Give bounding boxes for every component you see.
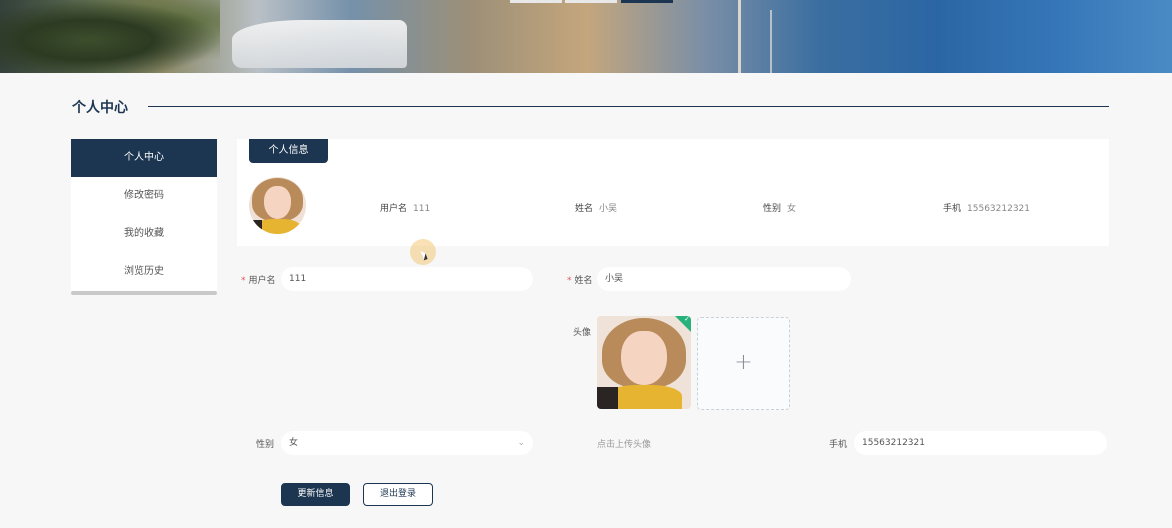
info-username-label: 用户名: [380, 204, 408, 214]
sidebar-item-history[interactable]: 浏览历史: [71, 253, 217, 291]
sidebar-item-favorites[interactable]: 我的收藏: [71, 215, 217, 253]
avatar-field-label: 头像: [573, 328, 592, 338]
carousel-indicator[interactable]: [510, 0, 562, 3]
tab-profile-info[interactable]: 个人信息: [249, 139, 328, 163]
sidebar-scrollbar[interactable]: [71, 291, 217, 295]
mast-image: [770, 10, 772, 73]
info-username-value: 111: [413, 204, 431, 214]
chevron-down-icon: ⌄: [517, 438, 525, 448]
name-field-label: * 姓名: [567, 276, 593, 286]
gender-select[interactable]: 女 ⌄: [281, 431, 533, 455]
palm-trees-image: [0, 0, 220, 73]
profile-info-card: 个人信息 用户名 111 姓名 小吴 性别女 手机 15563212321: [237, 139, 1109, 246]
username-field-label: * 用户名: [241, 276, 276, 286]
sidebar-item-change-password[interactable]: 修改密码: [71, 177, 217, 215]
page-title: 个人中心: [72, 100, 128, 116]
avatar-upload-hint: 点击上传头像: [597, 440, 652, 450]
required-mark: *: [567, 276, 572, 286]
info-phone: 手机 15563212321: [943, 201, 1030, 214]
gender-field-label: 性别: [256, 440, 275, 450]
logout-button[interactable]: 退出登录: [363, 483, 433, 506]
avatar-upload-button[interactable]: +: [697, 317, 790, 410]
yacht-image: [232, 20, 407, 68]
info-gender-label: 性别: [763, 204, 782, 214]
avatar: [249, 177, 306, 234]
info-gender: 性别女: [763, 201, 796, 214]
required-mark: *: [241, 276, 246, 286]
phone-field-label: 手机: [829, 440, 848, 450]
gender-select-value: 女: [289, 438, 299, 448]
username-input[interactable]: 111: [281, 267, 533, 291]
phone-input[interactable]: 15563212321: [854, 431, 1107, 455]
carousel-indicator-active[interactable]: [621, 0, 673, 3]
plus-icon: +: [734, 350, 753, 375]
sidebar-item-profile[interactable]: 个人中心: [71, 139, 217, 177]
info-username: 用户名 111: [380, 201, 430, 214]
uploaded-avatar-image[interactable]: ✓: [597, 316, 691, 409]
info-phone-value: 15563212321: [967, 204, 1031, 214]
title-divider: [148, 106, 1109, 107]
header-banner: [0, 0, 1172, 73]
mast-image: [738, 0, 741, 73]
update-info-button[interactable]: 更新信息: [281, 483, 350, 506]
info-name-value: 小吴: [599, 204, 618, 214]
info-gender-value: 女: [787, 204, 797, 214]
sidebar: 个人中心 修改密码 我的收藏 浏览历史: [71, 139, 217, 295]
carousel-indicator[interactable]: [565, 0, 617, 3]
info-name: 姓名 小吴: [575, 201, 617, 214]
name-input[interactable]: 小吴: [597, 267, 851, 291]
info-phone-label: 手机: [943, 204, 962, 214]
check-icon: ✓: [684, 316, 690, 323]
info-name-label: 姓名: [575, 204, 594, 214]
